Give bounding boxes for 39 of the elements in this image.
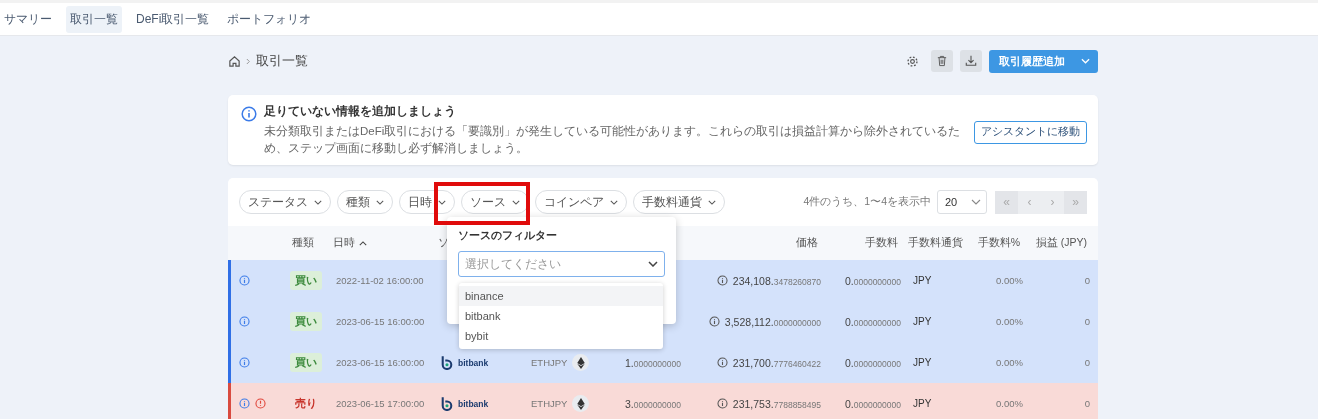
table-cell: 0.0000000000 [844, 397, 901, 410]
table-cell: ETHJPY [531, 398, 568, 409]
exchange-name: bitbank [458, 357, 489, 368]
table-cell: 2023-06-15 16:00:00 [336, 357, 425, 368]
alert-title: 足りていない情報を追加しましょう [264, 103, 457, 120]
table-cell: 234,108.3478260870 [732, 274, 821, 287]
table-cell: 0.00% [996, 316, 1023, 327]
table-cell: 0.0000000000 [844, 274, 901, 287]
table-cell: 1.0000000000 [624, 356, 681, 369]
table-cell: 2023-06-15 16:00:00 [336, 316, 425, 327]
table-cell: JPY [913, 398, 932, 409]
table-cell: 0.0000000000 [844, 315, 901, 328]
table-cell: 3.0000000000 [624, 397, 681, 410]
table-cell: 231,700.7776460422 [732, 356, 821, 369]
table-cell: 2023-06-15 17:00:00 [336, 398, 425, 409]
table-cell: 0 [1084, 275, 1090, 286]
table-cell: JPY [913, 316, 932, 327]
table-cell: JPY [913, 357, 932, 368]
table-cell: ETHJPY [531, 357, 568, 368]
trade-type-label: 買い [290, 271, 322, 290]
table-cell: 0 [1084, 316, 1090, 327]
table-cell: 3,528,112.0000000000 [724, 315, 821, 328]
table-cell: 0 [1084, 398, 1090, 409]
trade-type-label: 買い [290, 353, 322, 372]
table-cell: 0.00% [996, 275, 1023, 286]
exchange-name: bitbank [458, 398, 489, 409]
table-cell: 0.0000000000 [844, 356, 901, 369]
table-cell: 0.00% [996, 398, 1023, 409]
alert-message: 未分類取引またはDeFi取引における「要識別」が発生している可能性があります。これらの取引は損益計算から除外されているため、ステップ画面に移動し必ず解消しましょう。 [264, 124, 962, 157]
table-cell: 231,753.7788858495 [732, 397, 821, 410]
table-cell: 2022-11-02 16:00:00 [336, 275, 424, 286]
trade-type-label: 売り [294, 396, 318, 411]
page-title: 取引一覧 [256, 52, 308, 70]
trade-type-label: 買い [290, 312, 322, 331]
results-summary: 4件のうち、1〜4を表示中 [803, 195, 931, 209]
table-cell: JPY [913, 275, 932, 286]
popover-title: ソースのフィルター [458, 229, 558, 243]
table-cell: 0 [1084, 357, 1090, 368]
table-cell: 0.00% [996, 357, 1023, 368]
